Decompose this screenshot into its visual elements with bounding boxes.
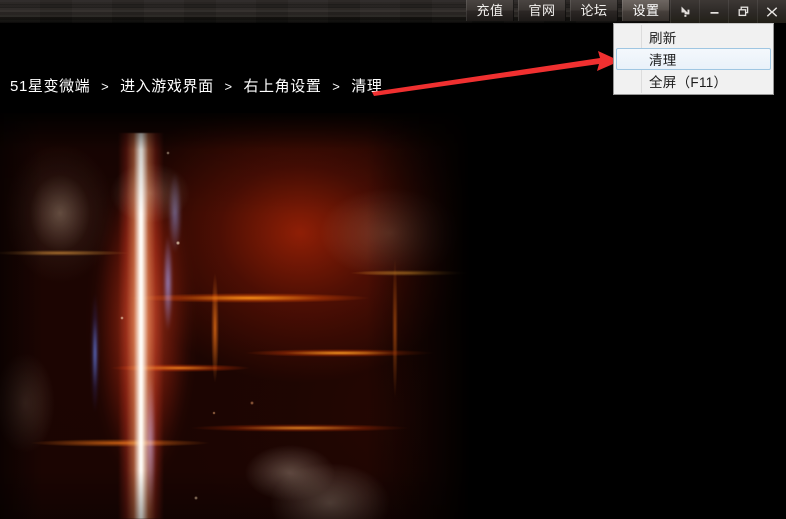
settings-dropdown-menu[interactable]: 刷新 清理 全屏（F11） — [613, 23, 774, 95]
breadcrumb-separator: > — [332, 79, 341, 94]
title-bar-controls: 充值 官网 论坛 设置 — [466, 0, 786, 23]
restore-icon — [738, 6, 748, 17]
nav-button-settings[interactable]: 设置 — [622, 0, 670, 21]
breadcrumb: 51星变微端 > 进入游戏界面 > 右上角设置 > 清理 — [10, 75, 382, 96]
breadcrumb-item-1: 进入游戏界面 — [120, 78, 214, 95]
artwork-vignette-layer — [0, 113, 470, 519]
close-button[interactable] — [757, 0, 786, 23]
minimize-to-tray-icon — [681, 6, 689, 17]
nav-button-forum[interactable]: 论坛 — [570, 0, 618, 21]
breadcrumb-item-2: 右上角设置 — [243, 78, 322, 95]
restore-button[interactable] — [728, 0, 757, 23]
menu-item-fullscreen[interactable]: 全屏（F11） — [616, 70, 771, 92]
menu-item-clean[interactable]: 清理 — [616, 48, 771, 70]
nav-button-recharge[interactable]: 充值 — [466, 0, 514, 21]
breadcrumb-item-3: 清理 — [351, 78, 383, 95]
minimize-button[interactable] — [699, 0, 728, 23]
title-bar[interactable]: 充值 官网 论坛 设置 — [0, 0, 786, 23]
game-content-view[interactable] — [0, 105, 786, 519]
annotation-arrow-icon — [372, 51, 620, 96]
menu-item-refresh[interactable]: 刷新 — [616, 26, 771, 48]
breadcrumb-item-0: 51星变微端 — [10, 78, 91, 95]
nav-button-recharge-label: 充值 — [476, 3, 504, 18]
game-artwork — [0, 113, 470, 519]
nav-button-official-site[interactable]: 官网 — [518, 0, 566, 21]
minimize-icon — [710, 12, 718, 14]
nav-button-settings-label: 设置 — [632, 3, 660, 18]
nav-button-forum-label: 论坛 — [580, 3, 608, 18]
menu-item-refresh-label: 刷新 — [649, 31, 677, 46]
game-client-window: 51星变微端 > 进入游戏界面 > 右上角设置 > 清理 充值 官网 论坛 设置 — [0, 0, 786, 519]
breadcrumb-separator: > — [224, 79, 233, 94]
close-icon — [766, 6, 778, 17]
breadcrumb-separator: > — [101, 79, 110, 94]
minimize-to-tray-button[interactable] — [670, 0, 699, 23]
menu-item-fullscreen-label: 全屏（F11） — [649, 75, 728, 90]
nav-button-official-site-label: 官网 — [528, 3, 556, 18]
menu-item-clean-label: 清理 — [649, 53, 677, 68]
